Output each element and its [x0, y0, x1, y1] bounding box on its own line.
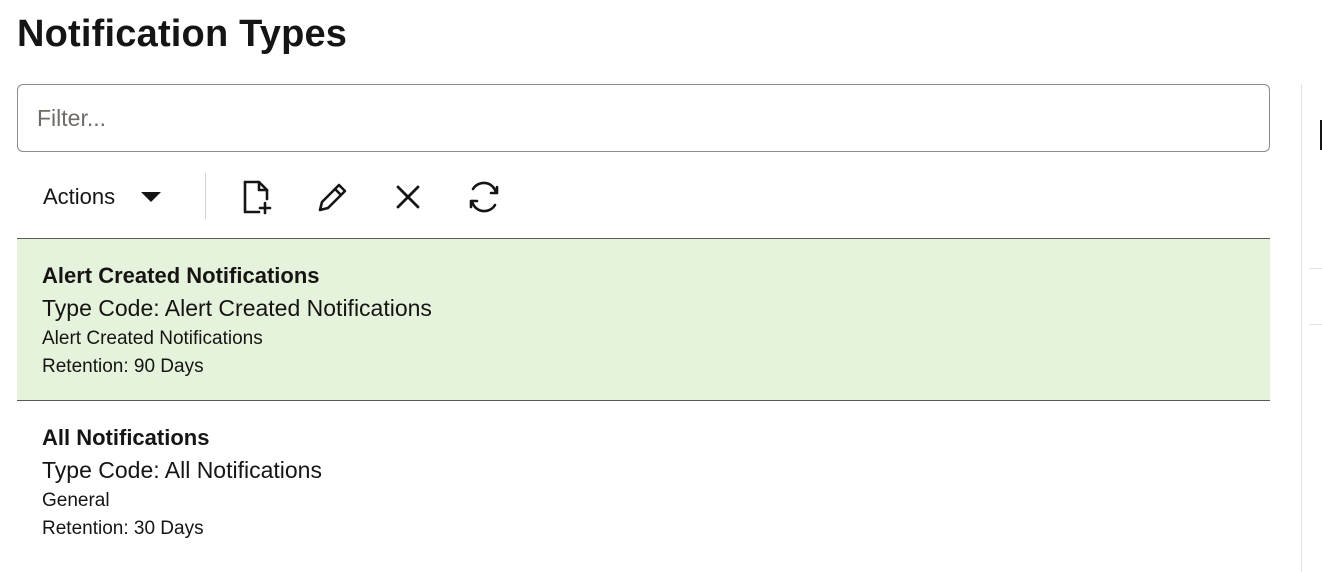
- refresh-button[interactable]: [461, 174, 507, 220]
- list-item[interactable]: Alert Created Notifications Type Code: A…: [17, 239, 1270, 401]
- item-name: Alert Created Notifications: [42, 263, 320, 288]
- actions-menu-button[interactable]: Actions: [27, 172, 177, 222]
- pencil-icon: [316, 180, 350, 214]
- toolbar: Actions: [17, 168, 617, 226]
- item-retention: Retention: 90 Days: [42, 356, 204, 377]
- delete-button[interactable]: [385, 174, 431, 220]
- notification-types-page: Notification Types Actions: [0, 0, 1322, 572]
- new-document-icon: [240, 179, 274, 215]
- filter-input[interactable]: [17, 84, 1270, 152]
- edit-button[interactable]: [310, 174, 356, 220]
- page-title: Notification Types: [17, 13, 348, 55]
- item-type-code: Type Code: Alert Created Notifications: [42, 295, 432, 321]
- item-name: All Notifications: [42, 425, 210, 450]
- item-description: General: [42, 490, 110, 511]
- close-icon: [394, 183, 422, 211]
- item-retention: Retention: 30 Days: [42, 518, 204, 539]
- item-type-code: Type Code: All Notifications: [42, 457, 322, 483]
- refresh-icon: [466, 179, 502, 215]
- toolbar-separator: [205, 173, 206, 219]
- panel-divider: [1310, 324, 1322, 325]
- detail-panel-edge: [1301, 84, 1322, 572]
- create-button[interactable]: [234, 174, 280, 220]
- panel-divider: [1310, 268, 1322, 269]
- caret-down-icon: [141, 192, 162, 202]
- actions-label: Actions: [43, 184, 116, 209]
- notification-type-list: Alert Created Notifications Type Code: A…: [17, 238, 1270, 563]
- item-description: Alert Created Notifications: [42, 328, 263, 349]
- list-item[interactable]: All Notifications Type Code: All Notific…: [17, 401, 1270, 563]
